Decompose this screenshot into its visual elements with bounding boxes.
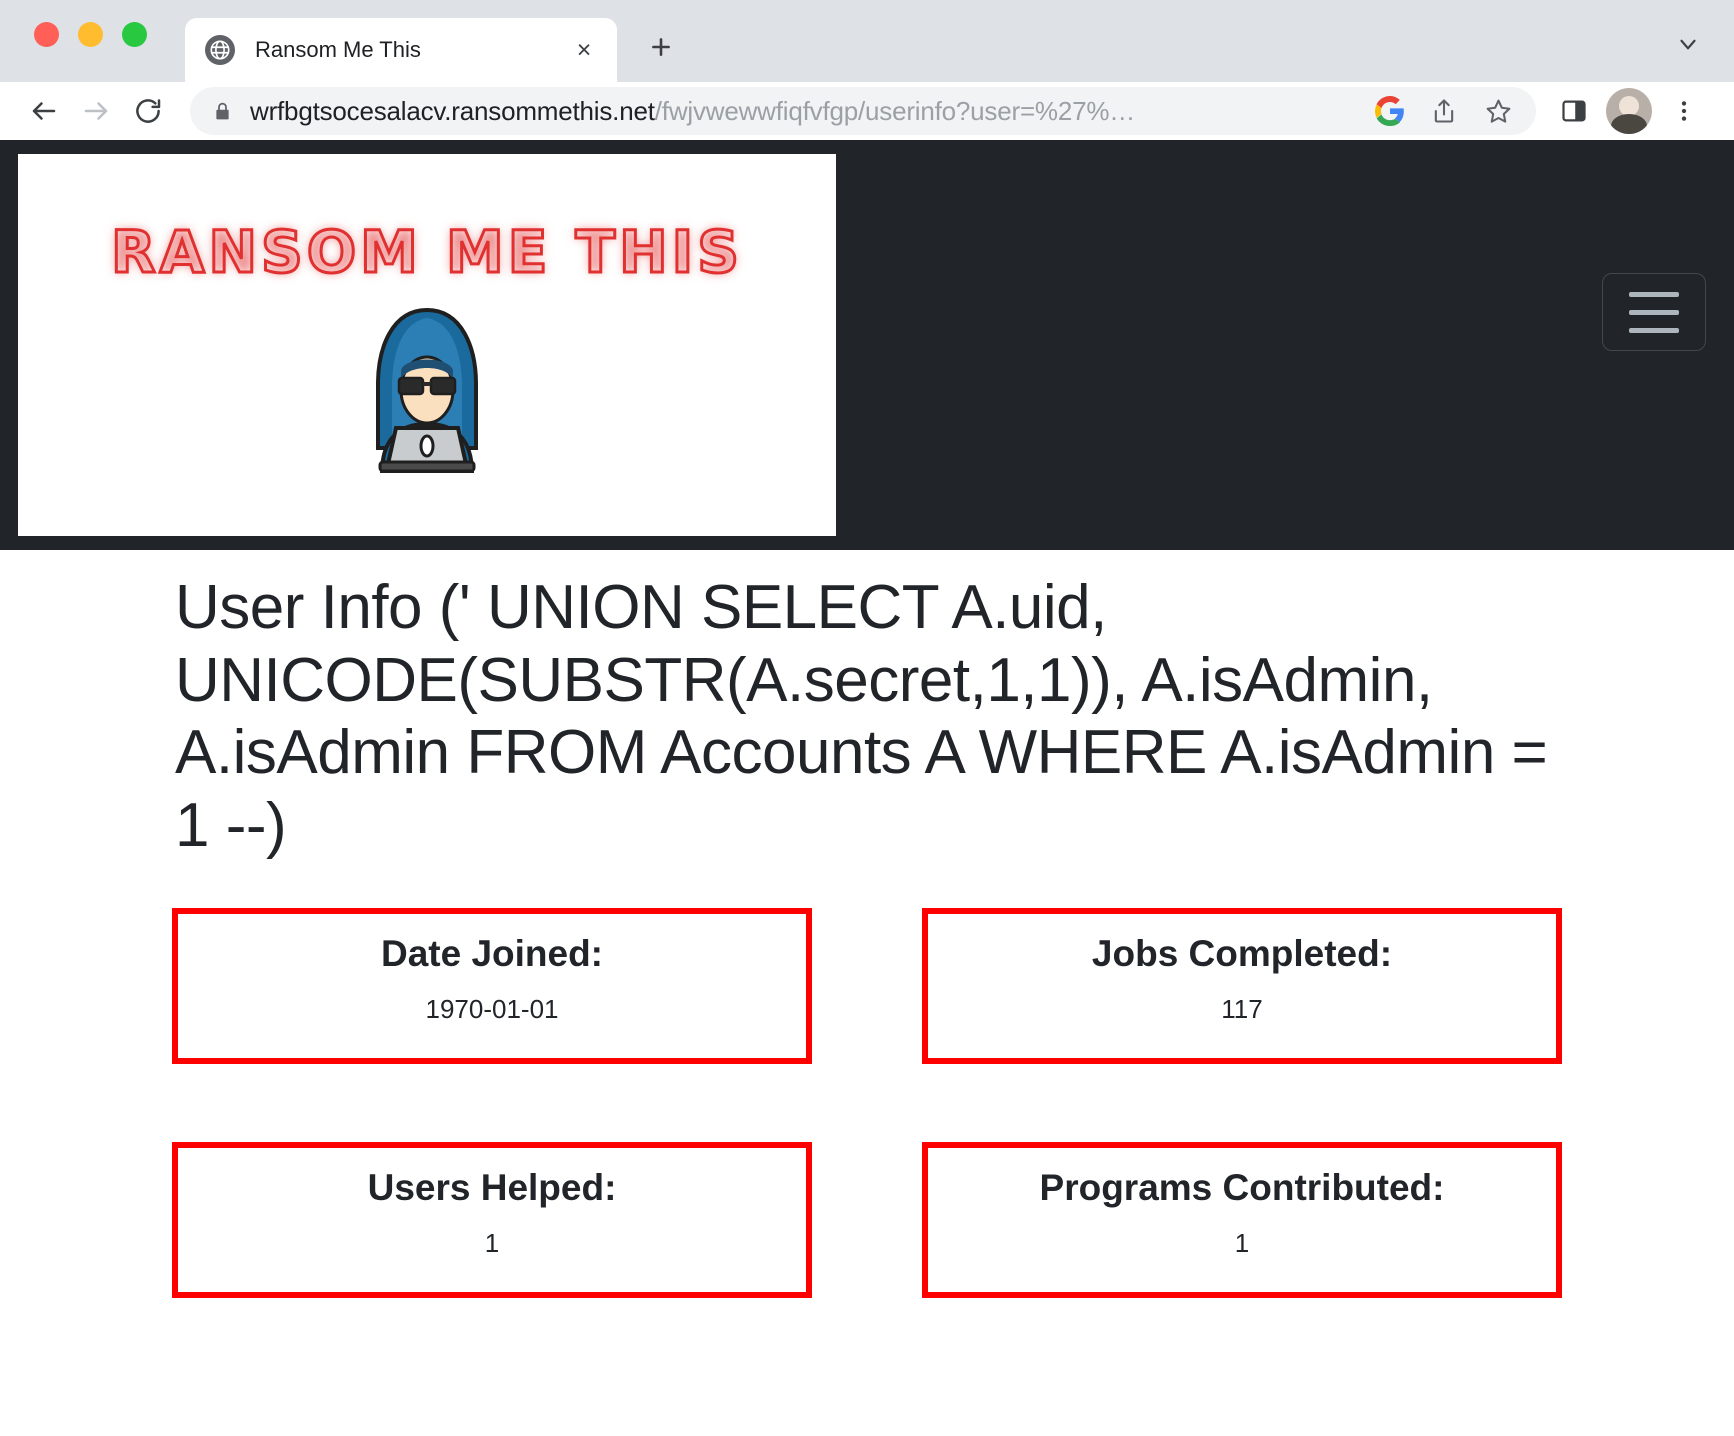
- tab-search-chevron-down-icon[interactable]: [1668, 24, 1708, 64]
- card-value: 117: [1221, 993, 1263, 1024]
- info-cards-grid: Date Joined: 1970-01-01 Jobs Completed: …: [0, 908, 1734, 1299]
- info-card: Date Joined: 1970-01-01: [172, 908, 812, 1065]
- site-brand[interactable]: RANSOM ME THIS: [18, 154, 836, 536]
- hamburger-bar-2: [1629, 309, 1679, 315]
- card-title: Programs Contributed:: [1039, 1167, 1445, 1209]
- window-controls: [34, 22, 147, 47]
- close-tab-button[interactable]: ×: [567, 33, 601, 67]
- site-navbar: RANSOM ME THIS: [0, 140, 1734, 550]
- side-panel-icon[interactable]: [1548, 85, 1600, 137]
- profile-avatar[interactable]: [1606, 88, 1652, 134]
- reload-button[interactable]: [122, 85, 174, 137]
- address-bar-url: wrfbgtsocesalacv.ransommethis.net/fwjvwe…: [250, 96, 1360, 127]
- hamburger-bar-1: [1629, 291, 1679, 297]
- tab-title: Ransom Me This: [255, 37, 421, 62]
- new-tab-button[interactable]: [640, 26, 682, 68]
- lock-icon: [212, 101, 234, 122]
- card-value: 1: [484, 1227, 500, 1258]
- browser-toolbar: wrfbgtsocesalacv.ransommethis.net/fwjvwe…: [0, 82, 1734, 140]
- page-content: User Info (' UNION SELECT A.uid, UNICODE…: [0, 550, 1734, 1299]
- address-bar[interactable]: wrfbgtsocesalacv.ransommethis.net/fwjvwe…: [190, 87, 1536, 135]
- web-page: RANSOM ME THIS User Info (' UNION SELECT…: [0, 140, 1734, 1436]
- card-title: Users Helped:: [367, 1167, 617, 1209]
- back-button[interactable]: [18, 85, 70, 137]
- hamburger-menu[interactable]: [1602, 273, 1706, 352]
- address-bar-host: wrfbgtsocesalacv.ransommethis.net: [250, 95, 655, 126]
- info-card: Jobs Completed: 117: [922, 908, 1562, 1065]
- star-icon[interactable]: [1474, 89, 1522, 133]
- maximize-window-button[interactable]: [122, 22, 147, 47]
- forward-button[interactable]: [70, 85, 122, 137]
- close-window-button[interactable]: [34, 22, 59, 47]
- chrome-menu-button[interactable]: [1658, 85, 1710, 137]
- brand-title: RANSOM ME THIS: [109, 216, 744, 287]
- address-bar-path: /fwjvwewwfiqfvfgp/userinfo?user=%27%…: [654, 95, 1136, 126]
- tab-strip: Ransom Me This ×: [0, 0, 1734, 82]
- browser-window: Ransom Me This × wrfbgtsocesalacv.ransom…: [0, 0, 1734, 1436]
- card-title: Jobs Completed:: [1091, 933, 1393, 975]
- browser-tab[interactable]: Ransom Me This ×: [185, 18, 617, 82]
- share-icon[interactable]: [1420, 89, 1468, 133]
- card-title: Date Joined:: [380, 933, 604, 975]
- google-lens-icon[interactable]: [1366, 89, 1414, 133]
- info-card: Users Helped: 1: [172, 1142, 812, 1299]
- page-title: User Info (' UNION SELECT A.uid, UNICODE…: [175, 573, 1548, 860]
- card-value: 1970-01-01: [425, 993, 559, 1024]
- hamburger-bar-3: [1629, 327, 1679, 333]
- minimize-window-button[interactable]: [78, 22, 103, 47]
- globe-icon: [205, 35, 235, 65]
- card-value: 1: [1234, 1227, 1250, 1258]
- hacker-icon: [352, 298, 502, 475]
- info-card: Programs Contributed: 1: [922, 1142, 1562, 1299]
